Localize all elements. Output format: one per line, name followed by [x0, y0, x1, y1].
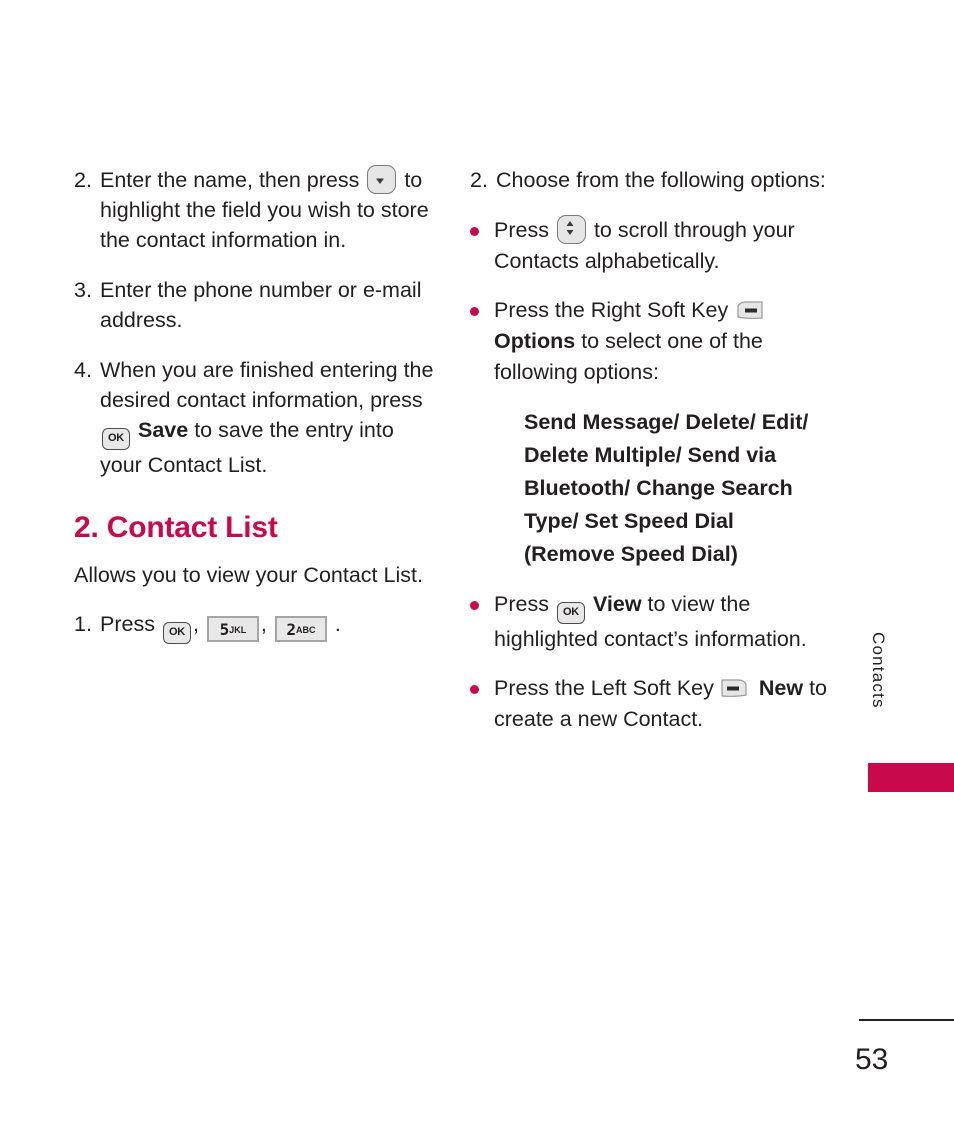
bullet-text: Press to scroll through your Contacts al… [494, 215, 830, 277]
step-text: When you are finished entering the desir… [100, 355, 434, 480]
list-item: Press the Left Soft Key New to create a … [470, 673, 830, 735]
ok-key-icon: OK [102, 428, 130, 450]
bullet-text-before-icon: Press [494, 218, 549, 242]
keypad-letters: JKL [229, 625, 247, 635]
step-terminator: . [334, 612, 341, 636]
right-column: 2. Choose from the following options: Pr… [470, 165, 830, 753]
step-text: Choose from the following options: [496, 168, 826, 192]
step-number: 1. [74, 612, 92, 636]
bullet-bold-label: Options [494, 329, 576, 353]
section-description: Allows you to view your Contact List. [74, 563, 423, 587]
section-heading: 2. Contact List [74, 511, 278, 544]
bullet-dot-icon [470, 673, 494, 694]
key-separator: , [260, 612, 267, 636]
side-tab-label: Contacts [869, 632, 888, 709]
key-separator: , [192, 612, 199, 636]
ok-key-icon: OK [162, 622, 191, 644]
step-text: Enter the name, then press to highlight … [100, 165, 434, 255]
list-item: Press the Right Soft Key Options to sele… [470, 295, 830, 388]
bullet-dot-icon [470, 295, 494, 316]
bullet-bold-label: New [758, 676, 804, 700]
bullet-text: Press OK View to view the highlighted co… [494, 589, 830, 655]
bullet-text-before-icon: Press the Right Soft Key [494, 298, 729, 322]
step-text-before-icon: Enter the name, then press [100, 168, 360, 192]
step-bold-label: Save [137, 418, 189, 442]
keypad-5-key-icon: 5JKL [206, 616, 259, 642]
step-text: Press OK, 5JKL, 2ABC . [100, 609, 434, 644]
step-text: Enter the phone number or e-mail address… [100, 278, 422, 332]
keypad-letters: ABC [295, 625, 316, 635]
bullet-text: Press the Right Soft Key Options to sele… [494, 295, 830, 388]
page-number: 53 [855, 1043, 889, 1076]
bullet-text: Press the Left Soft Key New to create a … [494, 673, 830, 735]
step-number: 2. [74, 168, 92, 192]
manual-page: 2. Enter the name, then press to highlig… [0, 0, 954, 1145]
left-soft-key-icon [720, 679, 750, 699]
options-list: Send Message/ Delete/ Edit/ Delete Multi… [524, 410, 809, 566]
ok-key-icon: OK [556, 602, 585, 624]
scroll-up-down-key-icon [556, 215, 586, 244]
step-item: 4. When you are finished entering the de… [74, 355, 434, 480]
step-number: 3. [74, 278, 92, 302]
step-number: 4. [74, 358, 92, 382]
keypad-2-key-icon: 2ABC [274, 616, 327, 642]
bullet-text-before-icon: Press [494, 592, 549, 616]
keypad-digit: 2 [286, 620, 296, 639]
footer-divider [859, 1019, 954, 1021]
bullet-bold-label: View [592, 592, 642, 616]
press-label: Press [100, 612, 155, 636]
side-tab-marker [868, 763, 954, 792]
bullet-dot-icon [470, 589, 494, 610]
step-text-before-icon: When you are finished entering the desir… [100, 358, 434, 412]
right-soft-key-icon [734, 301, 764, 321]
keypad-digit: 5 [219, 620, 230, 639]
step-item: 2. Enter the name, then press to highlig… [74, 165, 434, 255]
bullet-dot-icon [470, 215, 494, 236]
left-column: 2. Enter the name, then press to highlig… [74, 165, 434, 664]
step-item: 1. Press OK, 5JKL, 2ABC . [74, 609, 434, 644]
list-item: Press OK View to view the highlighted co… [470, 589, 830, 655]
step-number: 2. [470, 168, 488, 192]
step-item: 3. Enter the phone number or e-mail addr… [74, 275, 434, 335]
down-arrow-key-icon [367, 165, 397, 194]
bullet-text-before-icon: Press the Left Soft Key [494, 676, 714, 700]
list-item: Press to scroll through your Contacts al… [470, 215, 830, 277]
step-item: 2. Choose from the following options: [470, 165, 830, 195]
